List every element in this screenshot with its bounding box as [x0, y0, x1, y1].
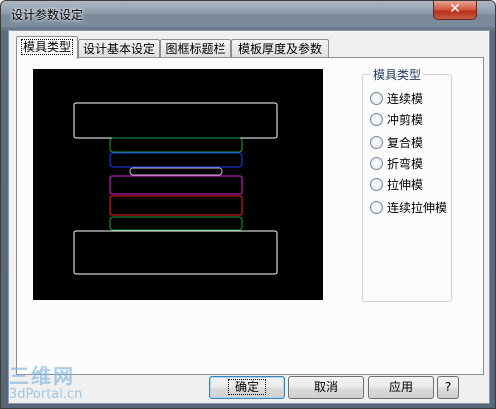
radio-bending-die[interactable]: 折弯模	[370, 154, 423, 172]
help-button[interactable]: ?	[437, 376, 459, 399]
window-title: 设计参数设定	[11, 8, 84, 22]
radio-label: 冲剪模	[387, 112, 424, 127]
watermark-line1: 三维网	[9, 364, 75, 388]
ok-button[interactable]: 确定	[209, 376, 285, 399]
radio-label: 拉伸模	[387, 177, 424, 192]
bottom-plate	[73, 230, 278, 275]
green-plate-lower	[109, 216, 243, 231]
radio-label: 复合模	[387, 135, 424, 150]
radio-continuous-drawing-die[interactable]: 连续拉伸模	[370, 198, 447, 216]
mold-preview	[33, 69, 323, 300]
close-button[interactable]: ✕	[433, 1, 477, 20]
radio-circle[interactable]	[370, 156, 383, 170]
radio-drawing-die[interactable]: 拉伸模	[370, 175, 423, 193]
radio-circle[interactable]	[370, 200, 383, 214]
radio-continuous-die[interactable]: 连续模	[370, 89, 423, 107]
radio-label: 折弯模	[387, 156, 424, 171]
radio-circle[interactable]	[370, 112, 383, 126]
title-bar[interactable]: 设计参数设定 ✕	[1, 1, 495, 27]
watermark: 三维网 3dPortal.cn	[9, 360, 82, 402]
red-plate	[109, 195, 243, 216]
tab-label: 模具类型	[20, 39, 73, 55]
blue-plate	[109, 152, 243, 168]
radio-circle[interactable]	[370, 135, 383, 149]
cancel-button[interactable]: 取消	[288, 376, 364, 399]
magenta-plate	[109, 175, 243, 195]
green-plate-upper	[109, 137, 243, 153]
tab-mold-type[interactable]: 模具类型	[16, 36, 78, 59]
stripper-plate	[129, 167, 223, 176]
dialog-client-area: 模具类型 设计基本设定 图框标题栏 模板厚度及参数 模具类型 连续模 冲剪模 复…	[8, 30, 490, 404]
radio-compound-die[interactable]: 复合模	[370, 133, 423, 151]
apply-button[interactable]: 应用	[368, 376, 434, 399]
tab-basic-settings[interactable]: 设计基本设定	[78, 39, 160, 58]
ok-button-label: 确定	[227, 379, 266, 395]
radio-label: 连续模	[387, 91, 424, 106]
top-plate	[73, 102, 278, 139]
radio-label: 连续拉伸模	[387, 200, 448, 215]
radio-circle[interactable]	[370, 177, 383, 191]
radio-circle[interactable]	[370, 91, 383, 105]
tab-title-block[interactable]: 图框标题栏	[160, 39, 231, 58]
watermark-line2: 3dPortal.cn	[9, 387, 83, 402]
dialog-window: 设计参数设定 ✕ 模具类型 设计基本设定 图框标题栏 模板厚度及参数 模具类型 …	[0, 0, 496, 409]
mold-preview-drawing	[73, 102, 278, 275]
tab-panel: 模具类型 连续模 冲剪模 复合模 折弯模 拉伸模 连续拉伸模	[16, 57, 484, 375]
mold-type-group-label: 模具类型	[371, 66, 424, 83]
radio-punch-die[interactable]: 冲剪模	[370, 110, 423, 128]
tab-plate-thickness[interactable]: 模板厚度及参数	[231, 39, 329, 58]
